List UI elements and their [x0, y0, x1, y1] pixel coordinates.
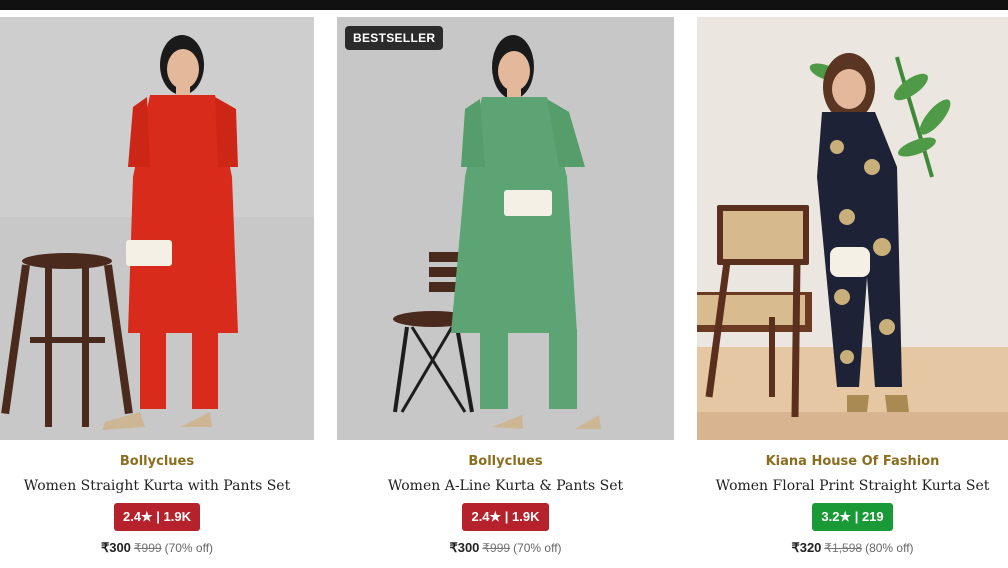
rating-badge: 2.4★ | 1.9K	[113, 503, 201, 531]
product-card[interactable]: BESTSELLER Bollyclues Women A-Line Kurta…	[337, 17, 674, 568]
bestseller-badge: BESTSELLER	[345, 26, 444, 50]
product-image[interactable]: BESTSELLER	[337, 17, 674, 440]
discount-label: (70% off)	[164, 541, 214, 555]
rating-badge: 3.2★ | 219	[812, 503, 893, 531]
brand-name: Kiana House Of Fashion	[765, 454, 940, 469]
original-price: ₹999	[482, 541, 511, 555]
discount-label: (70% off)	[513, 541, 562, 555]
selling-price: ₹300	[449, 540, 480, 555]
price-row: ₹320 ₹1,598 (80% off)	[697, 540, 1008, 556]
brand-name: Bollyclues	[119, 454, 195, 469]
selling-price: ₹300	[100, 540, 131, 555]
product-title[interactable]: Women Straight Kurta with Pants Set	[0, 477, 314, 495]
top-bar	[0, 0, 1008, 10]
product-card[interactable]: Bollyclues Women Straight Kurta with Pan…	[0, 17, 314, 568]
product-card[interactable]: Kiana House Of Fashion Women Floral Prin…	[697, 17, 1008, 568]
product-title[interactable]: Women A-Line Kurta & Pants Set	[337, 477, 674, 495]
product-title[interactable]: Women Floral Print Straight Kurta Set	[697, 477, 1008, 495]
original-price: ₹999	[133, 541, 162, 555]
product-image[interactable]	[697, 17, 1008, 440]
original-price: ₹1,598	[824, 541, 863, 555]
rating-badge: 2.4★ | 1.9K	[462, 503, 549, 531]
selling-price: ₹320	[791, 540, 822, 555]
discount-label: (80% off)	[865, 541, 914, 555]
brand-name: Bollyclues	[468, 454, 543, 469]
product-image[interactable]	[0, 17, 314, 440]
price-row: ₹300 ₹999 (70% off)	[0, 540, 314, 556]
price-row: ₹300 ₹999 (70% off)	[337, 540, 674, 556]
